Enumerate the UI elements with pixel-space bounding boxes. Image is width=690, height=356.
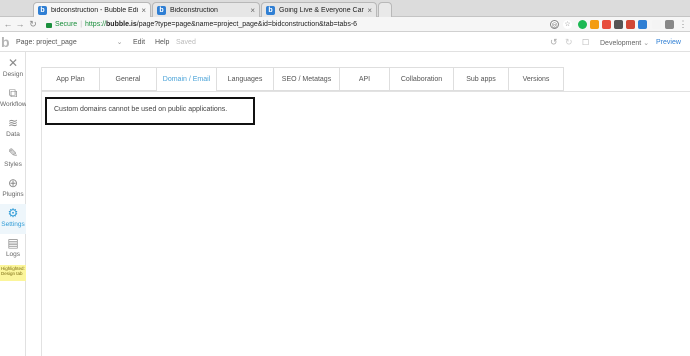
gmail-extension-icon[interactable] — [626, 20, 635, 29]
browser-tab-strip: b bidconstruction - Bubble Edito × b Bid… — [0, 0, 690, 17]
extension-dark-icon[interactable] — [614, 20, 623, 29]
tab-api[interactable]: API — [340, 68, 390, 91]
browser-tab-title: bidconstruction - Bubble Edito — [51, 6, 139, 14]
tab-domain-email[interactable]: Domain / Email — [157, 68, 217, 91]
data-icon: ≋ — [7, 116, 19, 130]
sidebar-item-styles[interactable]: ✎ Styles — [0, 144, 26, 174]
secure-label: Secure — [55, 21, 78, 28]
sidebar-item-label: Workflow — [0, 101, 27, 108]
browser-toolbar: ← → ↻ Secure | https:// bubble.is /page?… — [0, 17, 690, 32]
sidebar-item-label: Styles — [4, 161, 22, 168]
page-selector-label: Page: project_page — [16, 39, 77, 46]
browser-tab-going-live[interactable]: b Going Live & Everyone Can Edi × — [261, 2, 377, 17]
sidebar-item-label: Design — [2, 71, 24, 78]
reload-icon[interactable]: ↻ — [28, 19, 38, 29]
saved-status: Saved — [176, 39, 196, 46]
tab-general[interactable]: General — [100, 68, 157, 91]
chevron-down-icon: ⌄ — [116, 39, 123, 46]
workflow-icon: ⧉ — [8, 86, 18, 100]
environment-label: Development — [600, 40, 642, 47]
sidebar-item-label: Settings — [1, 221, 25, 228]
extension-blue-icon[interactable] — [638, 20, 647, 29]
tab-collaboration[interactable]: Collaboration — [390, 68, 454, 91]
close-icon[interactable]: × — [141, 6, 146, 15]
new-tab-button[interactable] — [378, 2, 392, 17]
url-scheme: https:// — [85, 21, 107, 28]
styles-icon: ✎ — [7, 146, 19, 160]
address-separator: | — [80, 21, 83, 28]
sidebar-item-plugins[interactable]: ⊕ Plugins — [0, 174, 26, 204]
page-selector[interactable]: Page: project_page ⌄ — [16, 38, 123, 46]
sidebar-item-label: Data — [6, 131, 20, 138]
tab-divider — [42, 91, 690, 92]
gear-icon: ⚙ — [7, 206, 19, 220]
environment-selector[interactable]: Development ⌄ — [600, 39, 649, 47]
lock-icon — [46, 23, 52, 28]
bubble-logo-icon[interactable]: b — [1, 35, 12, 49]
settings-main: App Plan General Domain / Email Language… — [26, 52, 690, 356]
plugins-icon: ⊕ — [7, 176, 19, 190]
bubble-favicon-icon: b — [38, 5, 47, 15]
browser-tab-bubble-editor[interactable]: b bidconstruction - Bubble Edito × — [33, 2, 151, 17]
close-icon[interactable]: × — [367, 6, 372, 15]
sidebar-item-workflow[interactable]: ⧉ Workflow — [0, 84, 27, 114]
debug-icon[interactable]: ☐ — [582, 38, 589, 47]
design-icon: ✕ — [7, 56, 19, 70]
sidebar-item-settings[interactable]: ⚙ Settings — [0, 204, 26, 234]
domain-notice: Custom domains cannot be used on public … — [45, 97, 255, 125]
sidebar-item-label: Plugins — [2, 191, 24, 198]
sidebar-item-design[interactable]: ✕ Design — [0, 54, 26, 84]
bubble-favicon-icon: b — [157, 5, 166, 15]
settings-tab-bar: App Plan General Domain / Email Language… — [42, 67, 564, 91]
editor-top-bar: b Page: project_page ⌄ Edit Help Saved ↺… — [0, 33, 690, 52]
help-menu[interactable]: Help — [155, 39, 169, 46]
tab-languages[interactable]: Languages — [217, 68, 274, 91]
forward-arrow-icon[interactable]: → — [15, 19, 25, 29]
settings-panel: App Plan General Domain / Email Language… — [41, 67, 690, 356]
target-icon[interactable]: ◎ — [550, 20, 559, 29]
extension-square-icon[interactable] — [652, 20, 661, 29]
sidebar-item-label: Logs — [5, 251, 21, 258]
redo-icon[interactable]: ↻ — [565, 37, 573, 48]
chevron-down-icon: ⌄ — [643, 40, 650, 47]
url-path: /page?type=page&name=project_page&id=bid… — [136, 21, 358, 28]
tab-seo-metatags[interactable]: SEO / Metatags — [274, 68, 340, 91]
browser-tab-bidconstruction[interactable]: b Bidconstruction × — [152, 2, 260, 17]
undo-icon[interactable]: ↺ — [550, 37, 558, 48]
tab-sub-apps[interactable]: Sub apps — [454, 68, 509, 91]
close-icon[interactable]: × — [250, 6, 255, 15]
extension-grey-icon[interactable] — [665, 20, 674, 29]
star-icon[interactable]: ☆ — [563, 20, 572, 29]
logs-icon: ▤ — [7, 236, 19, 250]
tab-app-plan[interactable]: App Plan — [42, 68, 100, 91]
sidebar-item-data[interactable]: ≋ Data — [0, 114, 26, 144]
preview-button[interactable]: Preview — [656, 39, 681, 46]
tab-versions[interactable]: Versions — [509, 68, 564, 91]
extension-orange-icon[interactable] — [590, 20, 599, 29]
editor-sidebar: ✕ Design ⧉ Workflow ≋ Data ✎ Styles ⊕ Pl… — [0, 52, 27, 356]
extension-red-icon[interactable] — [602, 20, 611, 29]
kebab-menu-icon[interactable]: ⋮ — [678, 19, 688, 29]
sidebar-item-logs[interactable]: ▤ Logs — [0, 234, 26, 264]
browser-tab-title: Going Live & Everyone Can Edi — [279, 6, 365, 14]
browser-tab-title: Bidconstruction — [170, 6, 218, 14]
edit-menu[interactable]: Edit — [133, 39, 145, 46]
back-arrow-icon[interactable]: ← — [3, 19, 13, 29]
bubble-favicon-icon: b — [266, 5, 275, 15]
sidebar-tip: Highlighted: Design tab — [0, 265, 26, 281]
extension-green-icon[interactable] — [578, 20, 587, 29]
address-bar[interactable]: Secure | https:// bubble.is /page?type=p… — [46, 19, 546, 30]
url-host: bubble.is — [106, 21, 137, 28]
